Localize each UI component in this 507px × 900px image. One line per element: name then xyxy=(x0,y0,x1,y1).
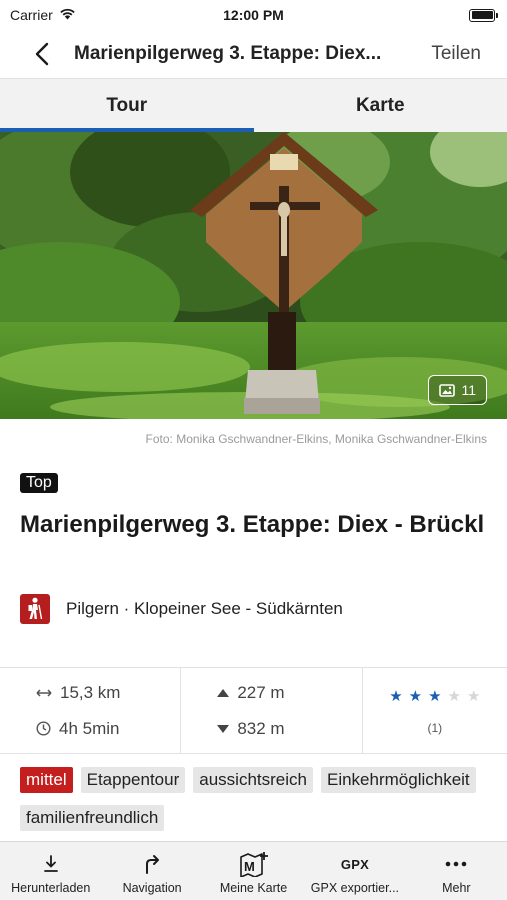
rating-count: (1) xyxy=(427,720,443,735)
tab-karte[interactable]: Karte xyxy=(254,79,507,132)
nav-title: Marienpilgerweg 3. Etappe: Diex... xyxy=(74,43,382,64)
tab-bar: Tour Karte xyxy=(0,78,507,132)
tag-difficulty: mittel xyxy=(20,767,73,793)
star-empty-icon: ★ xyxy=(467,687,481,705)
photo-gallery-button[interactable]: 11 xyxy=(428,375,487,405)
distance-stat: 15,3 km xyxy=(36,683,180,703)
tab-tour[interactable]: Tour xyxy=(0,79,254,132)
stats-elevation: 227 m 832 m xyxy=(181,668,363,753)
descent-stat: 832 m xyxy=(217,719,361,739)
back-button[interactable] xyxy=(22,34,62,74)
share-button[interactable]: Teilen xyxy=(431,43,481,65)
hiker-icon xyxy=(20,594,50,624)
download-icon xyxy=(43,852,59,876)
hero-image[interactable]: 11 xyxy=(0,132,507,419)
star-icon: ★ xyxy=(428,687,442,705)
star-icon: ★ xyxy=(389,687,403,705)
triangle-up-icon xyxy=(217,688,230,697)
category-row[interactable]: Pilgern · Klopeiner See - Südkärnten xyxy=(20,594,343,624)
battery-icon xyxy=(469,8,498,22)
navigation-label: Navigation xyxy=(122,881,182,895)
tag: Einkehrmöglichkeit xyxy=(320,767,476,793)
image-icon xyxy=(439,383,456,397)
more-button[interactable]: Mehr xyxy=(406,842,507,900)
my-map-button[interactable]: M Meine Karte xyxy=(203,842,304,900)
tag: familienfreundlich xyxy=(20,805,165,831)
turn-arrow-icon xyxy=(143,852,161,876)
stats-rating[interactable]: ★ ★ ★ ★ ★ (1) xyxy=(363,668,507,753)
gpx-icon: GPX xyxy=(341,852,369,876)
more-label: Mehr xyxy=(442,881,471,895)
gpx-icon-text: GPX xyxy=(340,856,369,872)
tour-title: Marienpilgerweg 3. Etappe: Diex - Brückl xyxy=(20,511,485,538)
status-time: 12:00 PM xyxy=(223,7,284,23)
ascent-stat: 227 m xyxy=(217,683,361,703)
duration-stat: 4h 5min xyxy=(36,719,180,739)
map-add-icon: M xyxy=(239,852,269,877)
distance-icon xyxy=(36,688,52,697)
stats-distance-duration: 15,3 km 4h 5min xyxy=(0,668,182,753)
duration-value: 4h 5min xyxy=(59,718,120,738)
clock-icon xyxy=(36,721,51,736)
tag: Etappentour xyxy=(80,767,186,793)
triangle-down-icon xyxy=(217,724,230,733)
photo-count: 11 xyxy=(461,382,476,398)
star-icon: ★ xyxy=(408,687,423,705)
download-label: Herunterladen xyxy=(11,881,91,895)
svg-text:M: M xyxy=(244,859,255,874)
wifi-icon xyxy=(59,7,76,23)
status-bar: Carrier 12:00 PM xyxy=(0,0,507,30)
gpx-export-button[interactable]: GPX GPX exportier... xyxy=(304,842,405,900)
ascent-value: 227 m xyxy=(237,682,285,702)
more-icon xyxy=(445,852,467,876)
navigation-button[interactable]: Navigation xyxy=(101,842,202,900)
top-badge: Top xyxy=(20,473,58,493)
descent-value: 832 m xyxy=(237,718,285,738)
chevron-left-icon xyxy=(35,42,49,66)
download-button[interactable]: Herunterladen xyxy=(0,842,101,900)
bottom-toolbar: Herunterladen Navigation M Meine Karte G… xyxy=(0,841,507,900)
tag: aussichtsreich xyxy=(193,767,313,793)
my-map-label: Meine Karte xyxy=(219,881,288,895)
navigation-bar: Marienpilgerweg 3. Etappe: Diex... Teile… xyxy=(0,30,507,78)
photo-credit: Foto: Monika Gschwandner-Elkins, Monika … xyxy=(145,432,487,446)
star-rating: ★ ★ ★ ★ ★ xyxy=(389,687,480,705)
carrier-label: Carrier xyxy=(10,7,53,23)
star-empty-icon: ★ xyxy=(447,687,461,705)
category-text: Pilgern · Klopeiner See - Südkärnten xyxy=(66,599,343,618)
gpx-export-label: GPX exportier... xyxy=(310,881,400,895)
distance-value: 15,3 km xyxy=(60,682,121,702)
tag-list: mittel Etappentour aussichtsreich Einkeh… xyxy=(20,767,490,831)
tour-stats: 15,3 km 4h 5min 227 m 832 m ★ ★ ★ ★ ★ (1… xyxy=(0,667,507,754)
status-left: Carrier xyxy=(10,7,76,23)
